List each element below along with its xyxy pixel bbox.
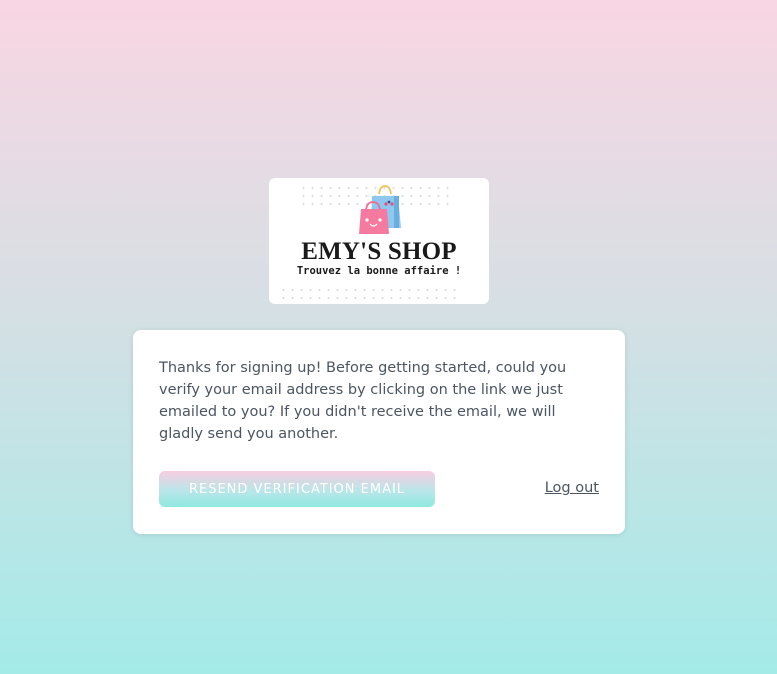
brand-name: EMY'S SHOP	[301, 238, 457, 265]
brand-tagline: Trouvez la bonne affaire !	[296, 265, 462, 277]
verify-email-card: Thanks for signing up! Before getting st…	[133, 330, 625, 534]
verification-message: Thanks for signing up! Before getting st…	[159, 360, 567, 442]
shopping-bags-icon	[359, 185, 401, 234]
shop-logo: EMY'S SHOP Trouvez la bonne affaire !	[269, 178, 489, 304]
logout-link[interactable]: Log out	[545, 480, 599, 496]
resend-verification-button[interactable]: Resend Verification Email	[159, 471, 435, 507]
logo-dot-pattern-bottom	[279, 286, 459, 304]
